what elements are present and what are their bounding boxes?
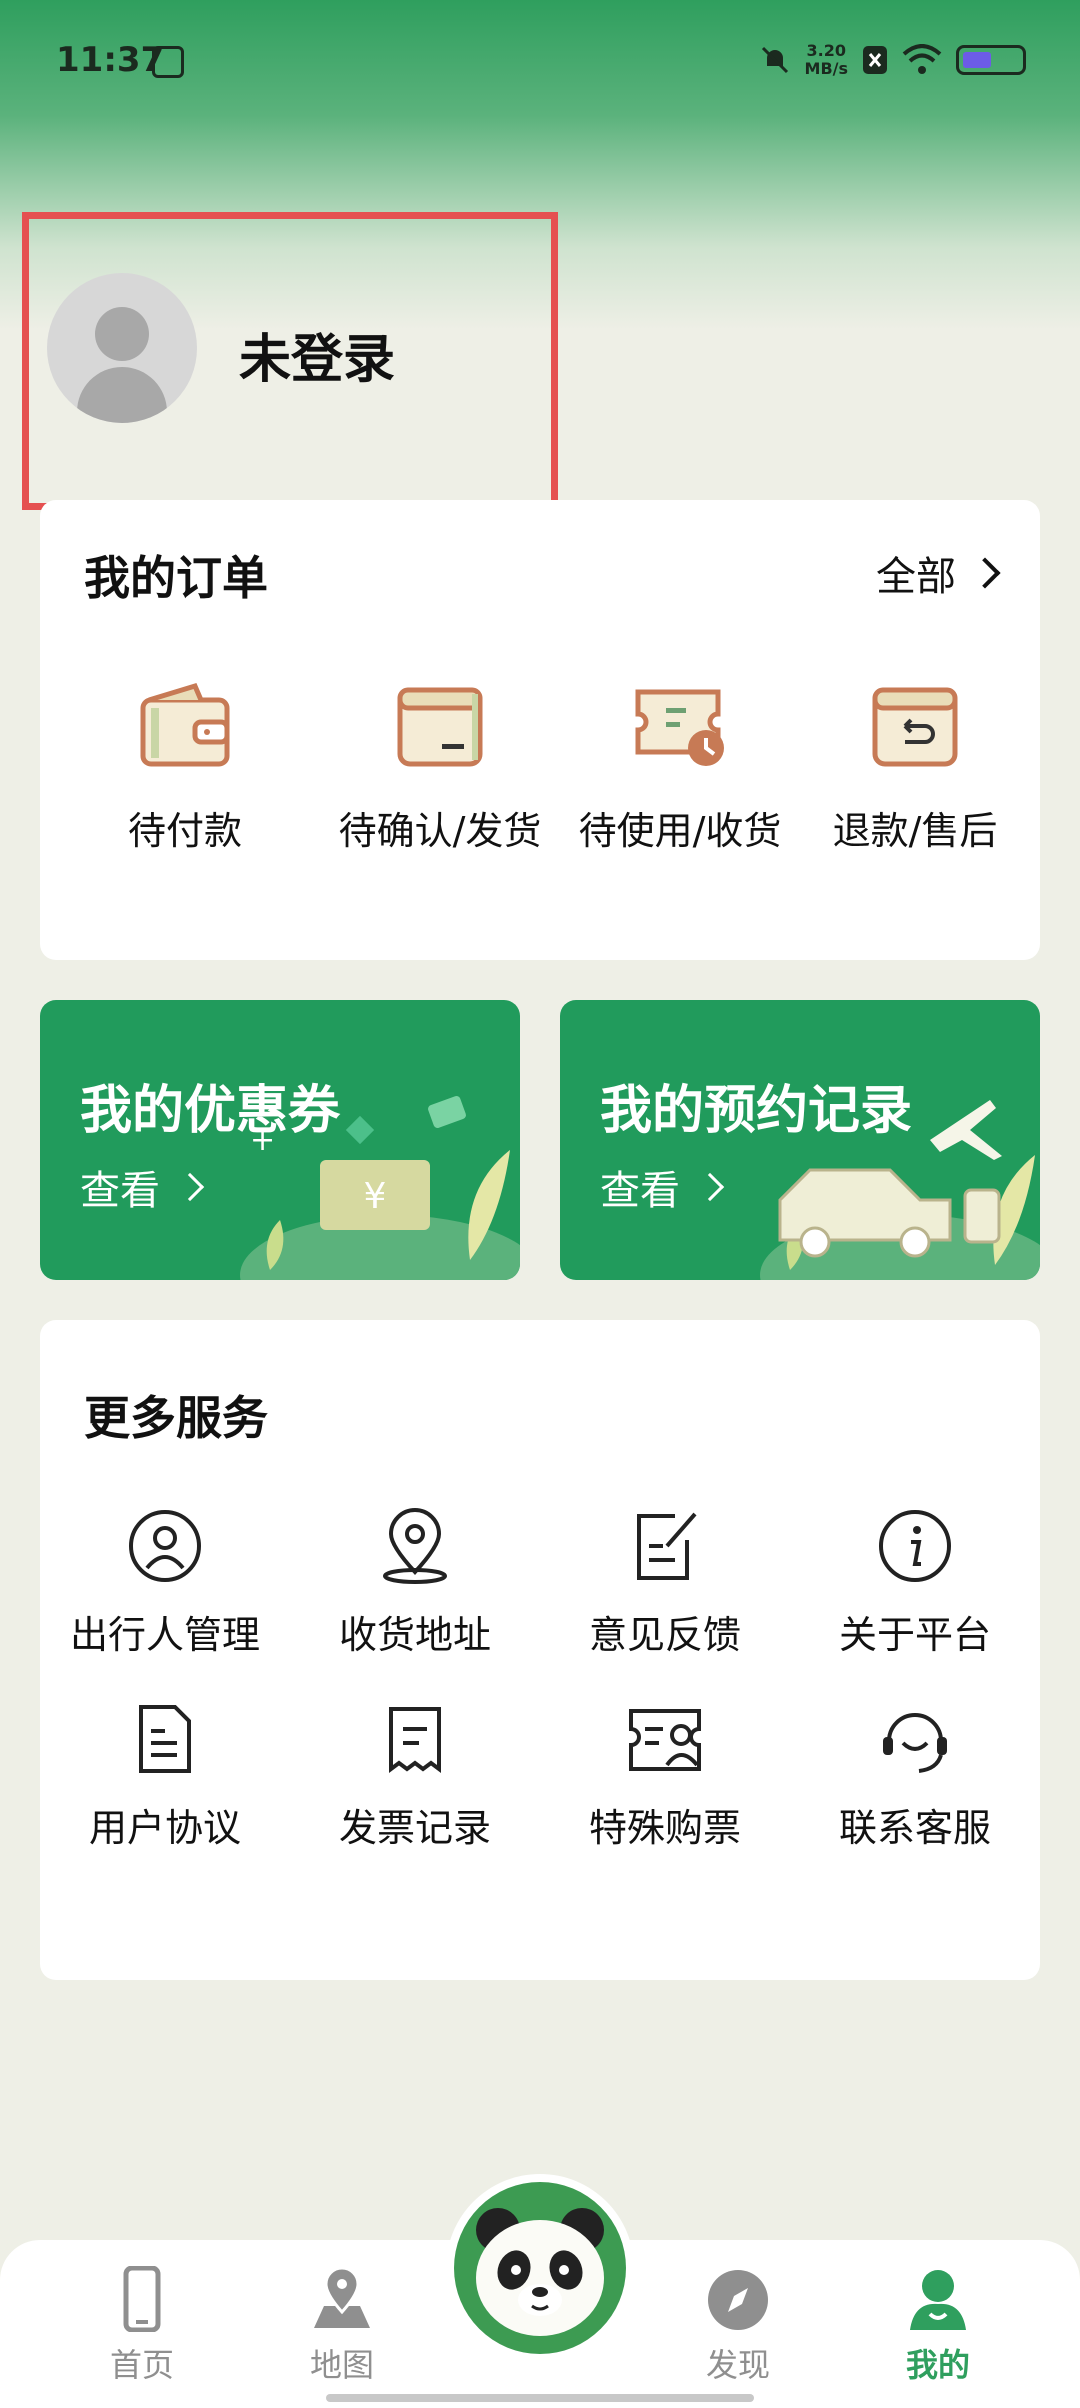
orders-title: 我的订单 (84, 551, 268, 605)
headset-icon (883, 1713, 947, 1773)
order-label: 待确认/发货 (338, 809, 542, 853)
net-speed-unit: MB/s (804, 59, 848, 78)
appointment-title: 我的预约记录 (600, 1081, 913, 1141)
service-label: 收货地址 (338, 1613, 491, 1657)
appointment-card[interactable]: 我的预约记录 查看 (560, 1000, 1040, 1280)
status-right: 3.20 MB/s (759, 40, 1026, 80)
service-user-agreement[interactable]: 用户协议 (40, 1699, 290, 1852)
special-ticket-icon (629, 1709, 701, 1771)
orders-all-link[interactable]: 全部 (876, 544, 1001, 602)
avatar[interactable] (47, 273, 197, 423)
ticket-clock-icon (635, 689, 724, 766)
service-label: 出行人管理 (69, 1613, 260, 1657)
service-about-platform[interactable]: 关于平台 (790, 1506, 1040, 1659)
chevron-right-icon (969, 557, 1001, 589)
status-bar: 11:37 3.20 MB/s (0, 0, 1080, 120)
order-label: 待付款 (127, 809, 242, 853)
invoice-icon (389, 1707, 441, 1773)
coupon-title: 我的优惠券 (80, 1081, 341, 1141)
service-shipping-address[interactable]: 收货地址 (290, 1506, 540, 1659)
service-label: 关于平台 (838, 1613, 991, 1657)
net-speed-value: 3.20 (806, 41, 846, 60)
tab-discover-label: 发现 (705, 2346, 770, 2384)
services-grid: 出行人管理 收货地址 意见反馈 关于平台 用户协议 发票记录 特殊购票 联系客服 (40, 1506, 1040, 1852)
order-label: 待使用/收货 (578, 809, 782, 853)
service-label: 意见反馈 (588, 1613, 741, 1657)
location-icon (383, 1508, 447, 1584)
appointment-view-link[interactable]: 查看 (600, 1158, 725, 1216)
box-icon (397, 687, 483, 767)
orders-all-label: 全部 (876, 554, 956, 600)
tab-discover[interactable]: 发现 (678, 2266, 798, 2386)
orders-card: 我的订单 全部 待付款 待确认/发货 待使用/收货 退款/售后 (40, 500, 1040, 960)
tab-mine[interactable]: 我的 (878, 2266, 998, 2386)
service-invoice-records[interactable]: 发票记录 (290, 1699, 540, 1852)
order-item-pending-shipment[interactable]: 待确认/发货 (315, 678, 565, 855)
home-indicator[interactable] (326, 2394, 754, 2402)
user-icon (910, 2270, 966, 2330)
panda-icon (476, 2208, 604, 2336)
sim-off-icon (863, 46, 887, 74)
profile-header[interactable]: 未登录 (22, 212, 558, 510)
mute-icon (761, 46, 788, 74)
service-label: 联系客服 (838, 1806, 991, 1850)
tab-map-label: 地图 (309, 2346, 374, 2384)
document-icon (139, 1705, 191, 1773)
order-item-pending-use[interactable]: 待使用/收货 (555, 678, 805, 855)
phone-icon (123, 2265, 161, 2333)
wifi-icon (902, 44, 942, 74)
services-card: 更多服务 出行人管理 收货地址 意见反馈 关于平台 用户协议 发票记录 特殊购票… (40, 1320, 1040, 1980)
traveler-icon (129, 1510, 201, 1582)
order-item-refund[interactable]: 退款/售后 (790, 678, 1040, 855)
coupon-view-link[interactable]: 查看 (80, 1158, 205, 1216)
tab-home-label: 首页 (109, 2346, 174, 2384)
service-label: 特殊购票 (588, 1806, 741, 1850)
profile-name[interactable]: 未登录 (239, 317, 395, 392)
service-label: 发票记录 (338, 1806, 491, 1850)
service-label: 用户协议 (88, 1806, 241, 1850)
svg-text:¥: ¥ (364, 1176, 387, 1217)
service-special-ticket[interactable]: 特殊购票 (540, 1699, 790, 1852)
service-customer-support[interactable]: 联系客服 (790, 1699, 1040, 1852)
service-traveler-management[interactable]: 出行人管理 (40, 1506, 290, 1659)
service-feedback[interactable]: 意见反馈 (540, 1506, 790, 1659)
map-icon (314, 2266, 370, 2328)
tab-mine-label: 我的 (905, 2346, 970, 2384)
notification-icon (152, 46, 184, 78)
return-box-icon (872, 687, 958, 767)
feedback-icon (637, 1512, 697, 1580)
battery-icon (956, 45, 1026, 75)
compass-icon (708, 2270, 768, 2330)
tab-home[interactable]: 首页 (82, 2265, 202, 2386)
order-item-pending-payment[interactable]: 待付款 (60, 678, 310, 855)
chevron-right-icon (175, 1172, 205, 1202)
wallet-icon (140, 682, 230, 767)
net-speed: 3.20 MB/s (805, 42, 848, 78)
order-label: 退款/售后 (832, 809, 998, 853)
status-time: 11:37 (56, 40, 165, 80)
coupon-card[interactable]: 我的优惠券 查看 ¥ + (40, 1000, 520, 1280)
chevron-right-icon (695, 1172, 725, 1202)
coupon-view-label: 查看 (80, 1168, 160, 1214)
info-icon (879, 1510, 951, 1582)
services-title: 更多服务 (84, 1391, 268, 1445)
tab-map[interactable]: 地图 (282, 2266, 402, 2386)
appointment-view-label: 查看 (600, 1168, 680, 1214)
center-panda-button[interactable] (446, 2174, 634, 2362)
